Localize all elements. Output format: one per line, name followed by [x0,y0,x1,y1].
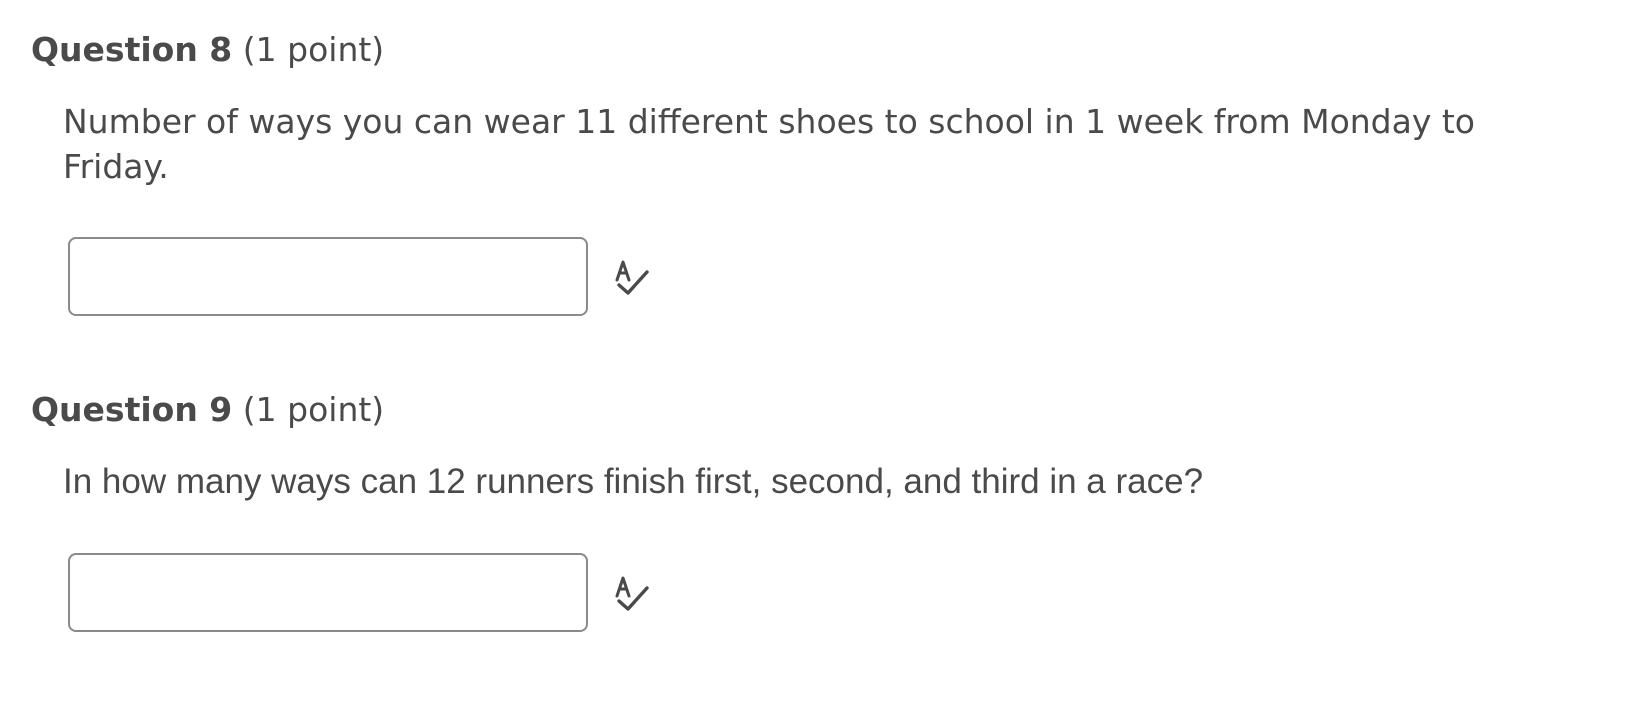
answer-input[interactable] [68,553,588,632]
question-points: (1 point) [242,390,385,429]
spell-check-icon[interactable] [613,574,653,614]
answer-input[interactable] [68,237,588,316]
question-title: Question 9 [31,390,233,429]
question-prompt: Number of ways you can wear 11 different… [63,102,1475,186]
question-title: Question 8 [31,30,233,69]
spell-check-icon[interactable] [613,258,653,298]
question-header: Question 8 (1 point) [31,28,384,72]
question-header: Question 9 (1 point) [31,388,384,432]
question-prompt: In how many ways can 12 runners finish f… [63,462,1204,501]
question-points: (1 point) [242,30,385,69]
